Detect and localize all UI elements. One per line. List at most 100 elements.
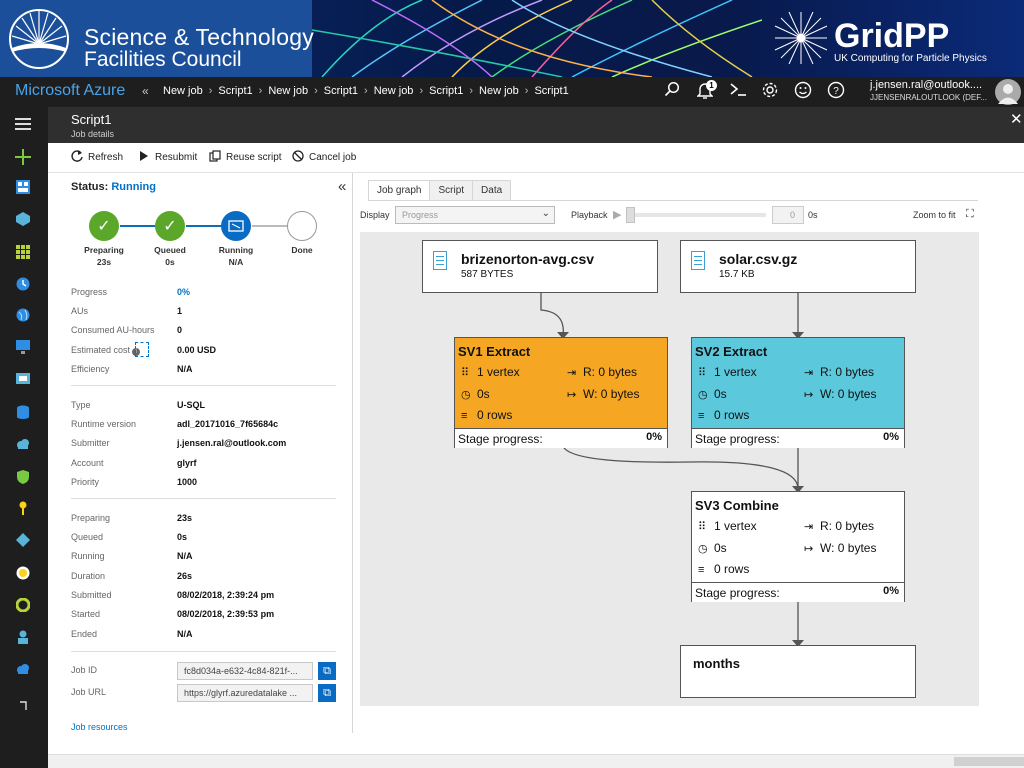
- chevron-right-icon: ›: [364, 85, 368, 97]
- stage-node-sv2[interactable]: SV2 Extract ⠿ 1 vertex ⇥ R: 0 bytes ◷ 0s ↦ W…: [691, 337, 905, 448]
- stage-node-sv3[interactable]: SV3 Combine ⠿ 1 vertex ⇥ R: 0 bytes ◷ 0s ↦ W…: [691, 491, 905, 602]
- settings-gear-icon[interactable]: [759, 81, 781, 103]
- write-icon: ↦: [804, 389, 814, 401]
- breadcrumb-item[interactable]: New job: [374, 85, 414, 97]
- step-preparing: ✓ Preparing 23s: [72, 211, 136, 267]
- user-directory[interactable]: JJENSENRALOUTLOOK (DEF...: [870, 93, 987, 102]
- playback-time: 0s: [808, 210, 818, 220]
- horizontal-scrollbar[interactable]: [48, 754, 1024, 768]
- copy-job-url-icon[interactable]: ⧉: [318, 684, 336, 702]
- job-url-field[interactable]: https://glyrf.azuredatalake ...: [177, 684, 313, 702]
- stage-body: SV3 Combine ⠿ 1 vertex ⇥ R: 0 bytes ◷ 0s ↦ W…: [692, 492, 904, 582]
- status-label: Status:: [71, 181, 109, 193]
- breadcrumb-item[interactable]: Script1: [534, 85, 568, 97]
- expand-corner-icon[interactable]: [12, 695, 34, 717]
- collapse-panel-icon[interactable]: «: [338, 178, 346, 195]
- cloud-service-icon[interactable]: [12, 433, 34, 455]
- blade-subtitle: Job details: [71, 129, 115, 139]
- input-node-brizenorton[interactable]: brizenorton-avg.csv 587 BYTES: [422, 240, 658, 293]
- tab-underline: [368, 200, 978, 201]
- playback-slider-track[interactable]: [626, 213, 766, 217]
- tab-job-graph[interactable]: Job graph: [368, 180, 431, 201]
- breadcrumb-item[interactable]: New job: [479, 85, 519, 97]
- playback-slider-thumb[interactable]: [626, 207, 635, 223]
- breadcrumb-item[interactable]: Script1: [218, 85, 252, 97]
- menu-hamburger-icon[interactable]: [12, 113, 34, 135]
- display-label: Display: [360, 210, 390, 220]
- sql-database-icon[interactable]: [12, 401, 34, 423]
- gridpp-subtitle: UK Computing for Particle Physics: [834, 53, 987, 64]
- prop-label: Ended: [71, 629, 98, 639]
- security-shield-icon[interactable]: [12, 466, 34, 488]
- create-resource-plus-icon[interactable]: [12, 146, 34, 168]
- tab-script[interactable]: Script: [429, 180, 474, 201]
- stage-progress: Stage progress: 0%: [692, 582, 904, 602]
- zoom-to-fit-icon[interactable]: ⛶: [966, 208, 974, 221]
- header-banner: Science & Technology Facilities Council: [0, 0, 1024, 77]
- check-icon: ✓: [155, 211, 185, 241]
- copy-job-id-icon[interactable]: ⧉: [318, 662, 336, 680]
- cancel-job-button[interactable]: Cancel job: [291, 150, 356, 165]
- breadcrumb-item[interactable]: New job: [268, 85, 308, 97]
- playback-play-icon[interactable]: ▶: [613, 208, 621, 221]
- job-url-label: Job URL: [71, 687, 107, 697]
- job-toolbar: Refresh Resubmit Reuse script Cancel job: [48, 143, 1024, 173]
- cloud-upload-icon[interactable]: [12, 658, 34, 680]
- breadcrumb-collapse-icon[interactable]: «: [142, 84, 149, 98]
- prop-value: 08/02/2018, 2:39:24 pm: [177, 590, 275, 600]
- job-id-field[interactable]: fc8d034a-e632-4c84-821f-...: [177, 662, 313, 680]
- prop-label: Queued: [71, 532, 104, 542]
- reuse-script-button[interactable]: Reuse script: [208, 150, 282, 165]
- job-status: Status: Running: [71, 181, 156, 193]
- prop-label: AUs: [71, 306, 89, 316]
- help-icon[interactable]: ?: [825, 81, 847, 103]
- input-file-name: solar.csv.gz: [719, 251, 798, 267]
- chevron-down-icon: ⌄: [541, 208, 550, 219]
- user-email[interactable]: j.jensen.ral@outlook....: [870, 79, 982, 91]
- read-icon: ⇥: [804, 521, 814, 533]
- close-blade-icon[interactable]: ✕: [1010, 110, 1023, 128]
- job-resources-link[interactable]: Job resources: [71, 722, 128, 732]
- monitor-icon[interactable]: [12, 369, 34, 391]
- blade-title: Script1: [71, 112, 112, 127]
- azure-brand-link[interactable]: Microsoft Azure: [15, 82, 125, 100]
- search-icon[interactable]: [661, 81, 683, 103]
- user-avatar[interactable]: [995, 79, 1021, 105]
- key-vault-key-icon[interactable]: [12, 497, 34, 519]
- user-support-icon[interactable]: [12, 626, 34, 648]
- playback-value-field[interactable]: 0: [772, 206, 804, 224]
- graph-tabs: Job graph Script Data: [368, 180, 512, 201]
- output-node-months[interactable]: months: [680, 645, 916, 698]
- refresh-button[interactable]: Refresh: [70, 150, 123, 165]
- all-services-grid-icon[interactable]: [12, 241, 34, 263]
- file-icon: [691, 251, 705, 270]
- diamond-service-icon[interactable]: [12, 529, 34, 551]
- job-id-label: Job ID: [71, 665, 98, 675]
- breadcrumb-item[interactable]: Script1: [429, 85, 463, 97]
- feedback-smiley-icon[interactable]: [792, 81, 814, 103]
- stage-node-sv1[interactable]: SV1 Extract ⠿ 1 vertex ⇥ R: 0 bytes ◷ 0s ↦ W…: [454, 337, 668, 448]
- globe-icon[interactable]: [12, 304, 34, 326]
- particle-tracks-graphic: [312, 0, 762, 77]
- reuse-script-label: Reuse script: [226, 152, 282, 163]
- input-node-solar[interactable]: solar.csv.gz 15.7 KB: [680, 240, 916, 293]
- file-icon: [433, 251, 447, 270]
- prop-label: Duration: [71, 571, 106, 581]
- advisor-ring-icon[interactable]: [12, 594, 34, 616]
- breadcrumb-item[interactable]: Script1: [324, 85, 358, 97]
- virtual-machine-icon[interactable]: [12, 336, 34, 358]
- cost-gauge-icon[interactable]: [12, 562, 34, 584]
- display-select[interactable]: Progress ⌄: [395, 206, 555, 224]
- tab-data[interactable]: Data: [472, 180, 512, 201]
- dashboard-icon[interactable]: [12, 176, 34, 198]
- divider: [71, 385, 336, 386]
- scrollbar-thumb[interactable]: [954, 757, 1024, 766]
- zoom-to-fit-label[interactable]: Zoom to fit: [913, 210, 956, 220]
- chevron-right-icon: ›: [419, 85, 424, 97]
- all-resources-cube-icon[interactable]: [12, 208, 34, 230]
- cloud-shell-icon[interactable]: [727, 81, 749, 103]
- recent-clock-icon[interactable]: [12, 273, 34, 295]
- breadcrumb-item[interactable]: New job: [163, 85, 203, 97]
- resubmit-button[interactable]: Resubmit: [137, 150, 197, 165]
- divider: [71, 651, 336, 652]
